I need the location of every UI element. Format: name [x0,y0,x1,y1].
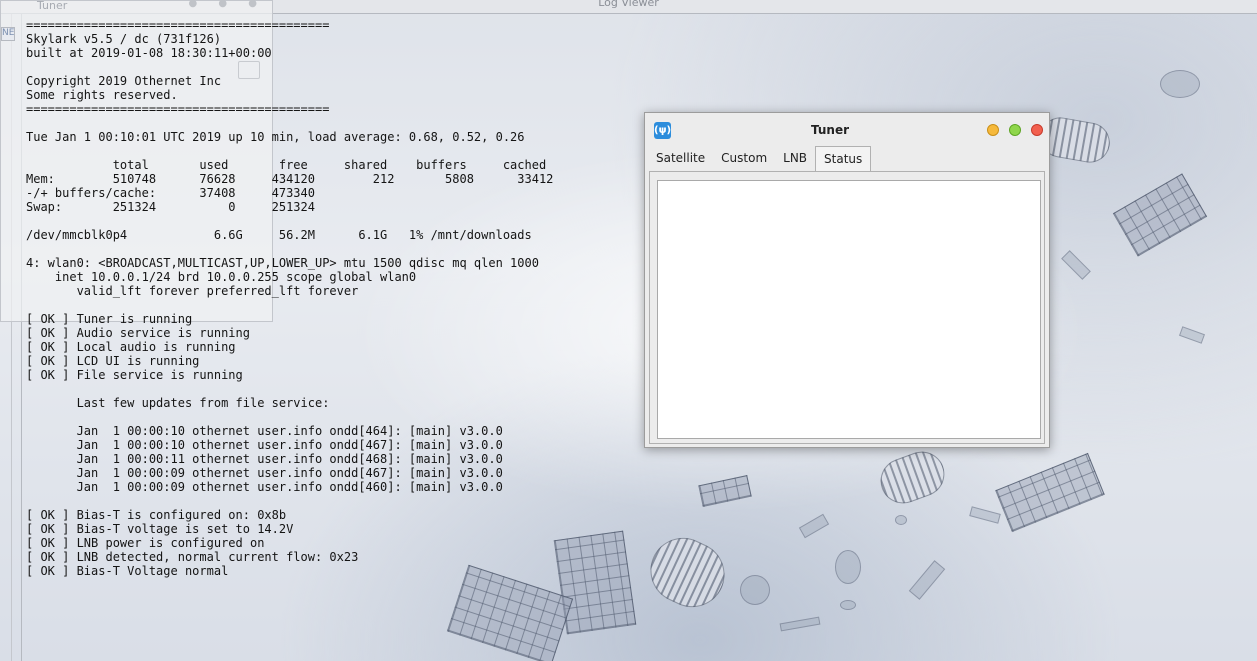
log-line: Some rights reserved. [26,88,178,102]
log-line: -/+ buffers/cache: 37408 473340 [26,186,315,200]
log-line: 4: wlan0: <BROADCAST,MULTICAST,UP,LOWER_… [26,256,539,270]
log-viewer-title: Log Viewer [598,0,659,9]
log-line: Tue Jan 1 00:10:01 UTC 2019 up 10 min, l… [26,130,525,144]
log-line: Jan 1 00:00:10 othernet user.info ondd[4… [26,438,503,452]
log-line: built at 2019-01-08 18:30:11+00:00 [26,46,272,60]
log-line: ========================================… [26,18,330,32]
log-output: ========================================… [26,18,626,578]
log-line: Last few updates from file service: [26,396,330,410]
log-line: Swap: 251324 0 251324 [26,200,315,214]
tuner-window-title: Tuner [810,123,849,137]
log-line: [ OK ] LNB power is configured on [26,536,265,550]
log-line: Jan 1 00:00:11 othernet user.info ondd[4… [26,452,503,466]
log-line: [ OK ] Bias-T voltage is set to 14.2V [26,522,294,536]
log-line: /dev/mmcblk0p4 6.6G 56.2M 6.1G 1% /mnt/d… [26,228,532,242]
log-line: Mem: 510748 76628 434120 212 5808 33412 [26,172,554,186]
log-line: [ OK ] Bias-T is configured on: 0x8b [26,508,287,522]
tab-lnb[interactable]: LNB [775,146,815,171]
log-line: [ OK ] LNB detected, normal current flow… [26,550,359,564]
log-line: Jan 1 00:00:09 othernet user.info ondd[4… [26,480,503,494]
status-text-area[interactable] [657,180,1041,439]
tuner-window: (ψ) Tuner Satellite Custom LNB Status [644,112,1050,448]
log-line: total used free shared buffers cached [26,158,547,172]
tab-status[interactable]: Status [815,146,872,171]
maximize-button[interactable] [1009,124,1021,136]
log-line: Copyright 2019 Othernet Inc [26,74,222,88]
close-button[interactable] [1031,124,1043,136]
log-line: Jan 1 00:00:10 othernet user.info ondd[4… [26,424,503,438]
log-line: valid_lft forever preferred_lft forever [26,284,359,298]
tuner-tab-bar: Satellite Custom LNB Status [648,146,872,171]
status-tab-panel [649,171,1045,444]
log-line: [ OK ] Bias-T Voltage normal [26,564,229,578]
tab-satellite[interactable]: Satellite [648,146,713,171]
log-line: [ OK ] Local audio is running [26,340,236,354]
log-line: [ OK ] LCD UI is running [26,354,200,368]
log-line: ========================================… [26,102,330,116]
ghost-window-buttons: ● ● ● [188,0,266,9]
log-line: Jan 1 00:00:09 othernet user.info ondd[4… [26,466,503,480]
tuner-titlebar[interactable]: (ψ) Tuner [645,113,1049,145]
tab-custom[interactable]: Custom [713,146,775,171]
log-line: inet 10.0.0.1/24 brd 10.0.0.255 scope gl… [26,270,417,284]
log-line: [ OK ] Tuner is running [26,312,193,326]
log-line: [ OK ] File service is running [26,368,243,382]
log-line: Skylark v5.5 / dc (731f126) [26,32,222,46]
minimize-button[interactable] [987,124,999,136]
ghost-window-title: Tuner [37,0,68,12]
ghost-tab-fragment: NE [1,27,15,41]
log-line: [ OK ] Audio service is running [26,326,250,340]
